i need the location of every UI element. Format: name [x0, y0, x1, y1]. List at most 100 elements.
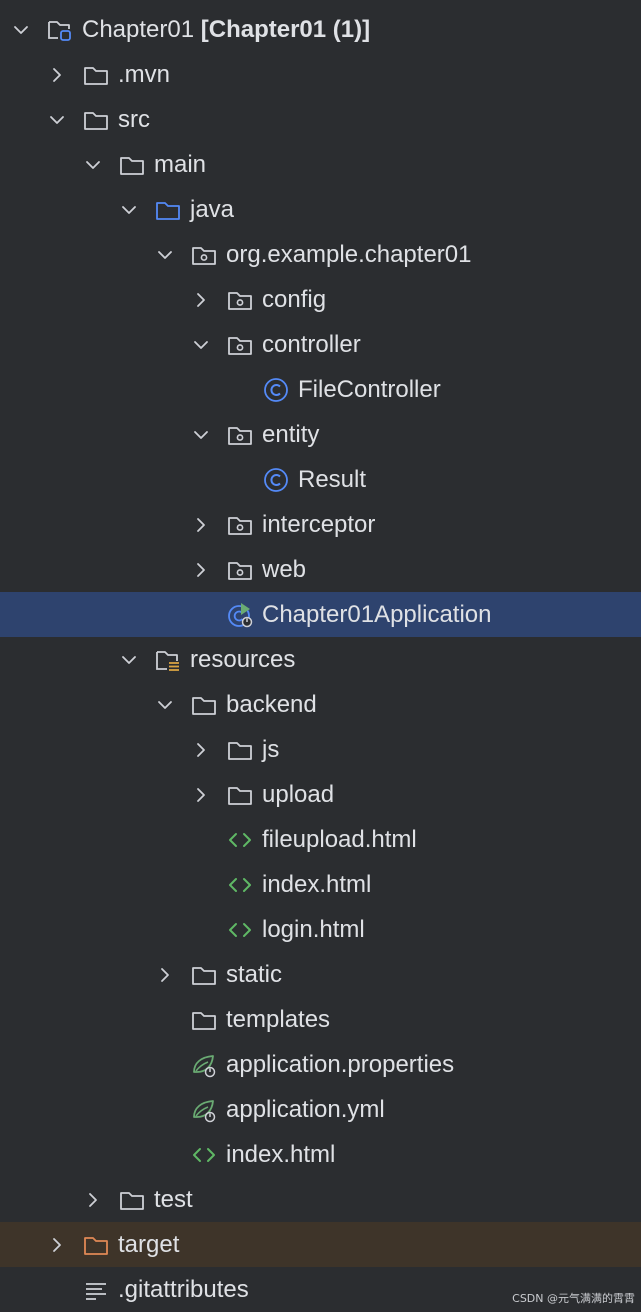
tree-item-name: fileupload.html: [262, 825, 417, 853]
folder-icon: [190, 1007, 218, 1033]
module-name-suffix: [Chapter01 (1)]: [194, 15, 371, 43]
tree-item-name: upload: [262, 780, 335, 808]
tree-item-application-yml[interactable]: application.yml: [0, 1087, 641, 1132]
chevron-right-icon[interactable]: [190, 514, 212, 536]
package-icon: [226, 512, 254, 538]
tree-item-name: src: [118, 105, 150, 133]
package-icon: [190, 242, 218, 268]
class-icon: [262, 377, 290, 403]
tree-item-interceptor[interactable]: interceptor: [0, 502, 641, 547]
tree-item-label: Chapter01 [Chapter01 (1)]: [82, 15, 371, 43]
tree-item-config[interactable]: config: [0, 277, 641, 322]
tree-item-label: FileController: [298, 375, 441, 403]
tree-item-chapter01[interactable]: Chapter01 [Chapter01 (1)]: [0, 7, 641, 52]
chevron-down-icon[interactable]: [190, 424, 212, 446]
tree-item-mvn[interactable]: .mvn: [0, 52, 641, 97]
tree-item-fileupload-html[interactable]: fileupload.html: [0, 817, 641, 862]
tree-item-index-html[interactable]: index.html: [0, 1132, 641, 1177]
chevron-down-icon[interactable]: [118, 199, 140, 221]
tree-item-js[interactable]: js: [0, 727, 641, 772]
tree-item-templates[interactable]: templates: [0, 997, 641, 1042]
chevron-down-icon[interactable]: [190, 334, 212, 356]
html-icon: [226, 827, 254, 853]
tree-item-entity[interactable]: entity: [0, 412, 641, 457]
tree-item-name: static: [226, 960, 283, 988]
tree-item-result[interactable]: Result: [0, 457, 641, 502]
class-icon: [262, 467, 290, 493]
tree-item-label: static: [226, 960, 283, 988]
spring-boot-class-icon: [226, 602, 254, 628]
tree-item-name: web: [262, 555, 307, 583]
tree-item-filecontroller[interactable]: FileController: [0, 367, 641, 412]
text-file-icon: [82, 1277, 110, 1303]
tree-item-name: config: [262, 285, 327, 313]
tree-item-label: entity: [262, 422, 319, 447]
chevron-down-icon[interactable]: [46, 109, 68, 131]
tree-item-index-html[interactable]: index.html: [0, 862, 641, 907]
tree-item-chapter01application[interactable]: Chapter01Application: [0, 592, 641, 637]
spring-config-icon: [190, 1052, 218, 1078]
chevron-down-icon[interactable]: [82, 154, 104, 176]
tree-item-label: resources: [190, 647, 295, 672]
tree-item-main[interactable]: main: [0, 142, 641, 187]
package-icon: [226, 422, 254, 448]
tree-item-name: target: [118, 1230, 180, 1258]
tree-item-name: templates: [226, 1005, 331, 1033]
tree-item-name: java: [190, 195, 235, 223]
tree-item-java[interactable]: java: [0, 187, 641, 232]
tree-item-backend[interactable]: backend: [0, 682, 641, 727]
tree-item-label: interceptor: [262, 512, 375, 537]
chevron-down-icon[interactable]: [10, 19, 32, 41]
tree-item-name: Chapter01: [82, 15, 195, 43]
tree-item-upload[interactable]: upload: [0, 772, 641, 817]
tree-item-label: test: [154, 1185, 193, 1213]
tree-item-name: index.html: [226, 1140, 336, 1168]
tree-item-resources[interactable]: resources: [0, 637, 641, 682]
tree-item-controller[interactable]: controller: [0, 322, 641, 367]
watermark: CSDN @元气满满的霄霄: [512, 1292, 635, 1305]
chevron-right-icon[interactable]: [46, 64, 68, 86]
tree-item-org-example-chapter01[interactable]: org.example.chapter01: [0, 232, 641, 277]
tree-item-name: login.html: [262, 915, 365, 943]
tree-item-label: .gitattributes: [118, 1277, 249, 1302]
tree-item-web[interactable]: web: [0, 547, 641, 592]
chevron-right-icon[interactable]: [190, 784, 212, 806]
tree-item-label: controller: [262, 332, 361, 357]
tree-item-login-html[interactable]: login.html: [0, 907, 641, 952]
module-folder-icon: [46, 17, 74, 43]
chevron-right-icon[interactable]: [190, 559, 212, 581]
tree-item-label: java: [190, 195, 235, 223]
folder-icon: [82, 107, 110, 133]
chevron-right-icon[interactable]: [190, 289, 212, 311]
folder-icon: [118, 1187, 146, 1213]
tree-item-label: fileupload.html: [262, 825, 417, 853]
tree-item-name: application.properties: [226, 1050, 455, 1078]
chevron-right-icon[interactable]: [46, 1234, 68, 1256]
chevron-right-icon[interactable]: [82, 1189, 104, 1211]
tree-item-label: templates: [226, 1005, 331, 1033]
tree-item-target[interactable]: target: [0, 1222, 641, 1267]
tree-item-application-properties[interactable]: application.properties: [0, 1042, 641, 1087]
chevron-right-icon[interactable]: [190, 739, 212, 761]
tree-item-test[interactable]: test: [0, 1177, 641, 1222]
chevron-right-icon[interactable]: [154, 964, 176, 986]
chevron-down-icon[interactable]: [118, 649, 140, 671]
tree-item-name: index.html: [262, 870, 372, 898]
project-tree: Chapter01 [Chapter01 (1)] .mvn src main java…: [0, 0, 641, 1312]
excluded-folder-icon: [82, 1232, 110, 1258]
package-icon: [226, 557, 254, 583]
package-icon: [226, 332, 254, 358]
chevron-down-icon[interactable]: [154, 694, 176, 716]
tree-item-static[interactable]: static: [0, 952, 641, 997]
tree-item-label: Result: [298, 465, 367, 493]
tree-item-name: .mvn: [118, 60, 171, 88]
tree-item-name: test: [154, 1185, 193, 1213]
tree-item-name: Result: [298, 465, 367, 493]
tree-item-name: js: [262, 735, 280, 763]
tree-item-name: FileController: [298, 375, 441, 403]
tree-item-label: .mvn: [118, 60, 171, 88]
tree-item-label: backend: [226, 692, 317, 717]
tree-item-src[interactable]: src: [0, 97, 641, 142]
folder-icon: [190, 692, 218, 718]
chevron-down-icon[interactable]: [154, 244, 176, 266]
